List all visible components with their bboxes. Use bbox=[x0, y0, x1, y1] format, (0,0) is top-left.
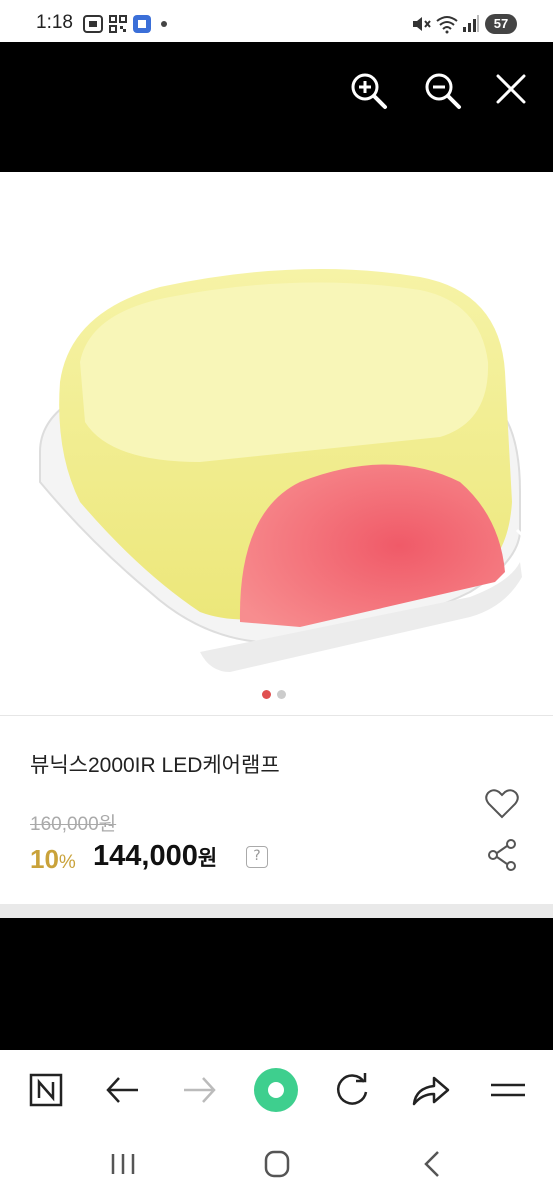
discount-rate: 10% bbox=[30, 844, 76, 875]
sale-price: 144,000원 bbox=[93, 840, 217, 873]
heart-icon[interactable] bbox=[484, 788, 520, 820]
product-title: 뷰닉스2000IR LED케어램프 bbox=[30, 754, 280, 777]
carousel-dot-active[interactable] bbox=[262, 690, 271, 699]
forward-button[interactable] bbox=[178, 1068, 222, 1112]
close-button[interactable] bbox=[492, 70, 532, 110]
product-image[interactable] bbox=[0, 232, 553, 712]
zoom-in-button[interactable] bbox=[348, 70, 388, 110]
next-image-arrow-icon[interactable] bbox=[509, 524, 539, 568]
share-icon[interactable] bbox=[486, 838, 518, 872]
browser-toolbar bbox=[0, 1050, 553, 1130]
share-page-button[interactable] bbox=[408, 1068, 452, 1112]
screenshot-icon bbox=[83, 15, 103, 33]
discount-number: 10 bbox=[30, 844, 59, 874]
battery-indicator: 57 bbox=[485, 14, 517, 34]
carousel-dot[interactable] bbox=[277, 690, 286, 699]
home-circle-button[interactable] bbox=[254, 1068, 298, 1112]
wifi-icon bbox=[436, 16, 458, 34]
original-price: 160,000원 bbox=[30, 814, 117, 835]
image-viewer-toolbar bbox=[0, 42, 553, 172]
zoom-out-icon bbox=[425, 73, 461, 109]
naver-icon bbox=[29, 1073, 63, 1107]
status-bar: 1:18 57 bbox=[0, 0, 553, 42]
share-icon bbox=[412, 1076, 450, 1106]
menu-button[interactable] bbox=[486, 1068, 530, 1112]
back-icon[interactable] bbox=[412, 1146, 452, 1182]
recent-apps-icon[interactable] bbox=[103, 1146, 143, 1182]
back-button[interactable] bbox=[100, 1068, 144, 1112]
mute-icon bbox=[413, 17, 431, 31]
section-separator bbox=[0, 904, 553, 918]
naver-home-button[interactable] bbox=[24, 1068, 68, 1112]
system-navigation-bar bbox=[0, 1130, 553, 1200]
app-badge-icon bbox=[133, 15, 151, 33]
price-help-icon[interactable]: ? bbox=[246, 846, 268, 868]
image-viewer-bottom bbox=[0, 918, 553, 1050]
refresh-icon bbox=[337, 1073, 368, 1105]
zoom-in-icon bbox=[351, 73, 387, 109]
price-number: 144,000 bbox=[93, 840, 198, 872]
price-unit: 원 bbox=[197, 847, 218, 870]
zoom-out-button[interactable] bbox=[422, 70, 462, 110]
status-time: 1:18 bbox=[36, 12, 73, 33]
product-card: 뷰닉스2000IR LED케어램프 160,000원 10% 144,000원 … bbox=[0, 172, 553, 904]
back-icon bbox=[106, 1077, 138, 1103]
image-carousel-dots bbox=[262, 690, 286, 699]
qr-icon bbox=[109, 15, 127, 33]
discount-symbol: % bbox=[58, 852, 76, 873]
home-circle-icon bbox=[254, 1068, 298, 1112]
forward-icon bbox=[184, 1077, 216, 1103]
menu-icon bbox=[491, 1083, 525, 1097]
close-icon bbox=[496, 74, 526, 104]
divider bbox=[0, 715, 553, 716]
home-icon[interactable] bbox=[257, 1146, 297, 1182]
dot-icon bbox=[161, 21, 167, 27]
refresh-button[interactable] bbox=[330, 1068, 374, 1112]
signal-icon bbox=[463, 15, 479, 32]
